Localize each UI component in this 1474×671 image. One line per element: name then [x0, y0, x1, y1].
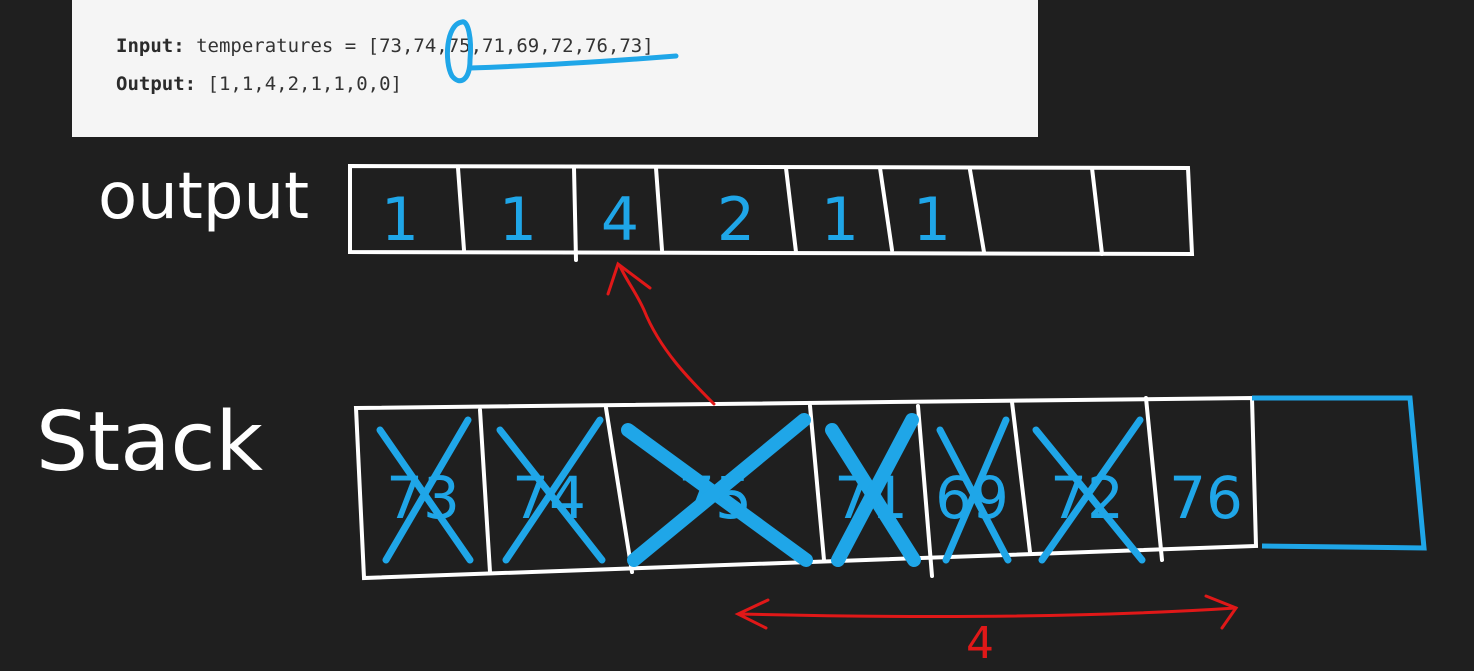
output-values: 114211 — [381, 185, 951, 255]
strike-through-mark — [621, 413, 813, 567]
output-cell-value: 1 — [913, 185, 951, 255]
stack-label: Stack — [36, 395, 264, 490]
output-label: output — [98, 160, 309, 234]
highlight-underline — [467, 53, 679, 71]
distance-label: 4 — [966, 618, 994, 669]
output-cell-value: 1 — [381, 185, 419, 255]
output-cell-value: 2 — [717, 185, 755, 255]
output-array — [348, 163, 1195, 262]
result-arrow — [606, 261, 716, 406]
whiteboard-drawing: output 114211 Stack 73 74 75 71 69 72 76 4 — [36, 19, 1427, 669]
example-highlight-annotation — [444, 19, 679, 84]
stack-cell-value: 76 — [1169, 464, 1243, 532]
stack-open-slot — [1252, 395, 1427, 551]
output-cell-value: 1 — [499, 185, 537, 255]
output-cell-value: 1 — [821, 185, 859, 255]
output-cell-value: 4 — [601, 185, 639, 255]
highlight-circle — [444, 19, 473, 84]
